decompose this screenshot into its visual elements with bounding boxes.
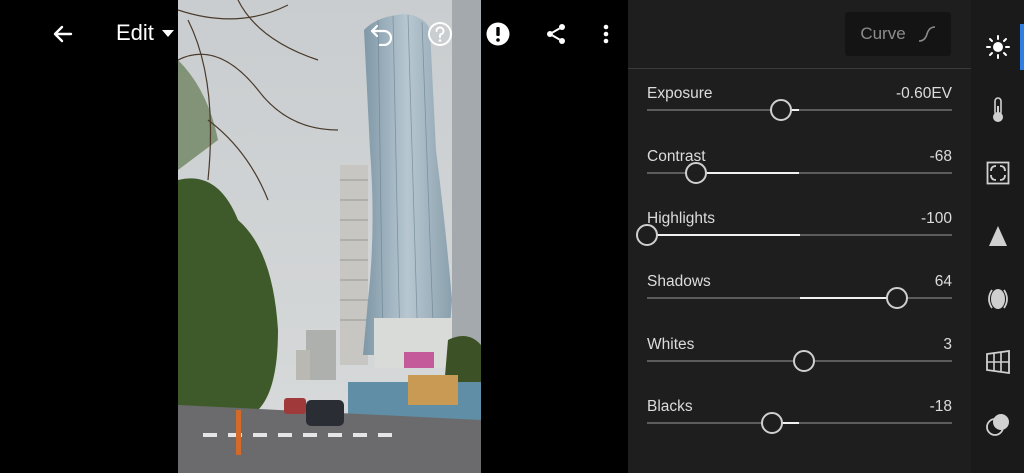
slider-value[interactable]: -100 <box>921 210 952 228</box>
slider-handle[interactable] <box>793 350 816 372</box>
edit-title: Edit <box>116 20 154 45</box>
optics-icon[interactable] <box>971 275 1024 323</box>
photo-image <box>178 0 481 473</box>
curve-button[interactable]: Curve <box>845 12 951 56</box>
slider-value[interactable]: -0.60EV <box>896 85 952 103</box>
color-icon[interactable] <box>971 86 1024 134</box>
slider-blacks: Blacks -18 <box>647 398 952 448</box>
slider-highlights: Highlights -100 <box>636 210 952 260</box>
light-icon[interactable] <box>971 23 1024 71</box>
geometry-icon[interactable] <box>971 338 1024 386</box>
slider-value[interactable]: 3 <box>943 336 952 354</box>
slider-label: Whites <box>647 336 695 353</box>
slider-label: Highlights <box>647 210 716 227</box>
slider-shadows: Shadows 64 <box>647 273 952 323</box>
photo-preview[interactable] <box>178 0 481 473</box>
detail-icon[interactable] <box>971 212 1024 260</box>
curve-icon <box>918 26 935 42</box>
panel-header: Curve <box>628 0 971 69</box>
slider-fill <box>799 297 898 299</box>
curve-label: Curve <box>860 24 906 43</box>
slider-value[interactable]: -18 <box>930 398 952 416</box>
slider-track[interactable] <box>647 287 952 309</box>
slider-handle[interactable] <box>636 224 658 246</box>
slider-handle[interactable] <box>684 162 707 184</box>
presets-icon[interactable] <box>971 401 1024 449</box>
slider-track[interactable] <box>636 224 952 246</box>
slider-handle[interactable] <box>770 99 793 121</box>
slider-label: Blacks <box>647 398 693 415</box>
back-arrow-icon[interactable] <box>47 18 79 50</box>
slider-track[interactable] <box>647 162 952 184</box>
slider-track[interactable] <box>647 412 952 434</box>
share-icon[interactable] <box>540 18 572 50</box>
slider-label: Shadows <box>647 273 711 290</box>
slider-track[interactable] <box>647 99 952 121</box>
slider-fill <box>695 172 800 174</box>
slider-handle[interactable] <box>761 412 784 434</box>
slider-whites: Whites 3 <box>647 336 952 386</box>
tool-rail <box>971 0 1024 473</box>
slider-track[interactable] <box>647 350 952 372</box>
image-area: Edit <box>0 0 628 473</box>
top-bar: Edit <box>0 0 628 70</box>
slider-value[interactable]: 64 <box>935 273 952 291</box>
slider-handle[interactable] <box>886 287 909 309</box>
light-panel: Curve Exposure -0.60EV Contrast -68 Highligh… <box>628 0 971 473</box>
slider-exposure: Exposure -0.60EV <box>647 85 952 135</box>
edit-menu[interactable]: Edit <box>116 20 174 46</box>
help-icon[interactable] <box>424 18 456 50</box>
undo-icon[interactable] <box>366 18 398 50</box>
effects-icon[interactable] <box>971 149 1024 197</box>
slider-fill <box>647 234 800 236</box>
more-options-icon[interactable] <box>590 18 622 50</box>
alert-icon[interactable] <box>482 18 514 50</box>
slider-contrast: Contrast -68 <box>647 148 952 198</box>
slider-value[interactable]: -68 <box>930 148 952 166</box>
slider-label: Exposure <box>647 85 713 102</box>
chevron-down-icon <box>161 29 174 37</box>
